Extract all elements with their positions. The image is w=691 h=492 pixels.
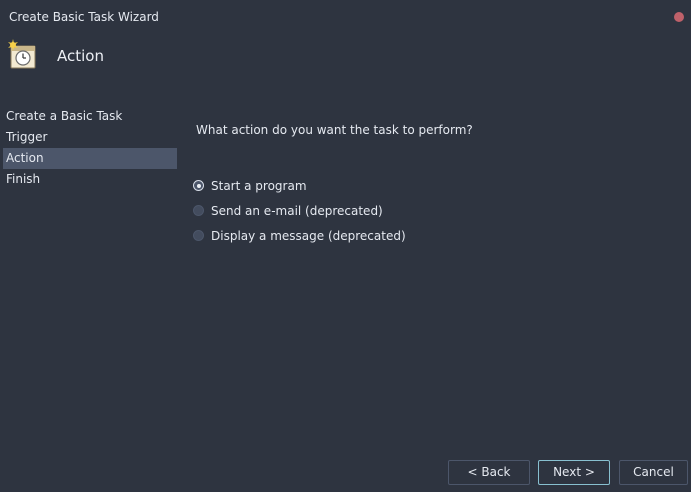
action-question-area: What action do you want the task to perf… — [196, 120, 676, 140]
wizard-window: Create Basic Task Wizard Action Create a… — [0, 0, 691, 492]
wizard-header: Action — [0, 34, 691, 90]
step-finish: Finish — [6, 172, 41, 186]
wizard-steps: Create a Basic Task Trigger Action Finis… — [3, 106, 177, 190]
radio-send-email[interactable] — [193, 205, 204, 216]
close-button[interactable] — [674, 12, 684, 22]
window-title: Create Basic Task Wizard — [9, 10, 159, 24]
action-question: What action do you want the task to perf… — [196, 123, 473, 137]
radio-display-message[interactable] — [193, 230, 204, 241]
title-bar[interactable]: Create Basic Task Wizard — [0, 0, 691, 34]
cancel-button[interactable]: Cancel — [619, 460, 688, 485]
option-send-email[interactable]: Send an e-mail (deprecated) — [193, 198, 406, 223]
radio-start-program[interactable] — [193, 180, 204, 191]
option-display-message[interactable]: Display a message (deprecated) — [193, 223, 406, 248]
step-create-basic-task: Create a Basic Task — [6, 109, 123, 123]
action-options: Start a program Send an e-mail (deprecat… — [193, 173, 406, 248]
option-send-email-label: Send an e-mail (deprecated) — [211, 203, 383, 218]
step-trigger: Trigger — [6, 130, 48, 144]
next-button[interactable]: Next > — [538, 460, 610, 485]
option-display-message-label: Display a message (deprecated) — [211, 228, 406, 243]
back-button[interactable]: < Back — [448, 460, 530, 485]
option-start-program[interactable]: Start a program — [193, 173, 406, 198]
task-scheduler-icon — [7, 39, 39, 71]
option-start-program-label: Start a program — [211, 178, 307, 193]
step-action: Action — [3, 148, 177, 169]
page-title: Action — [57, 47, 104, 65]
